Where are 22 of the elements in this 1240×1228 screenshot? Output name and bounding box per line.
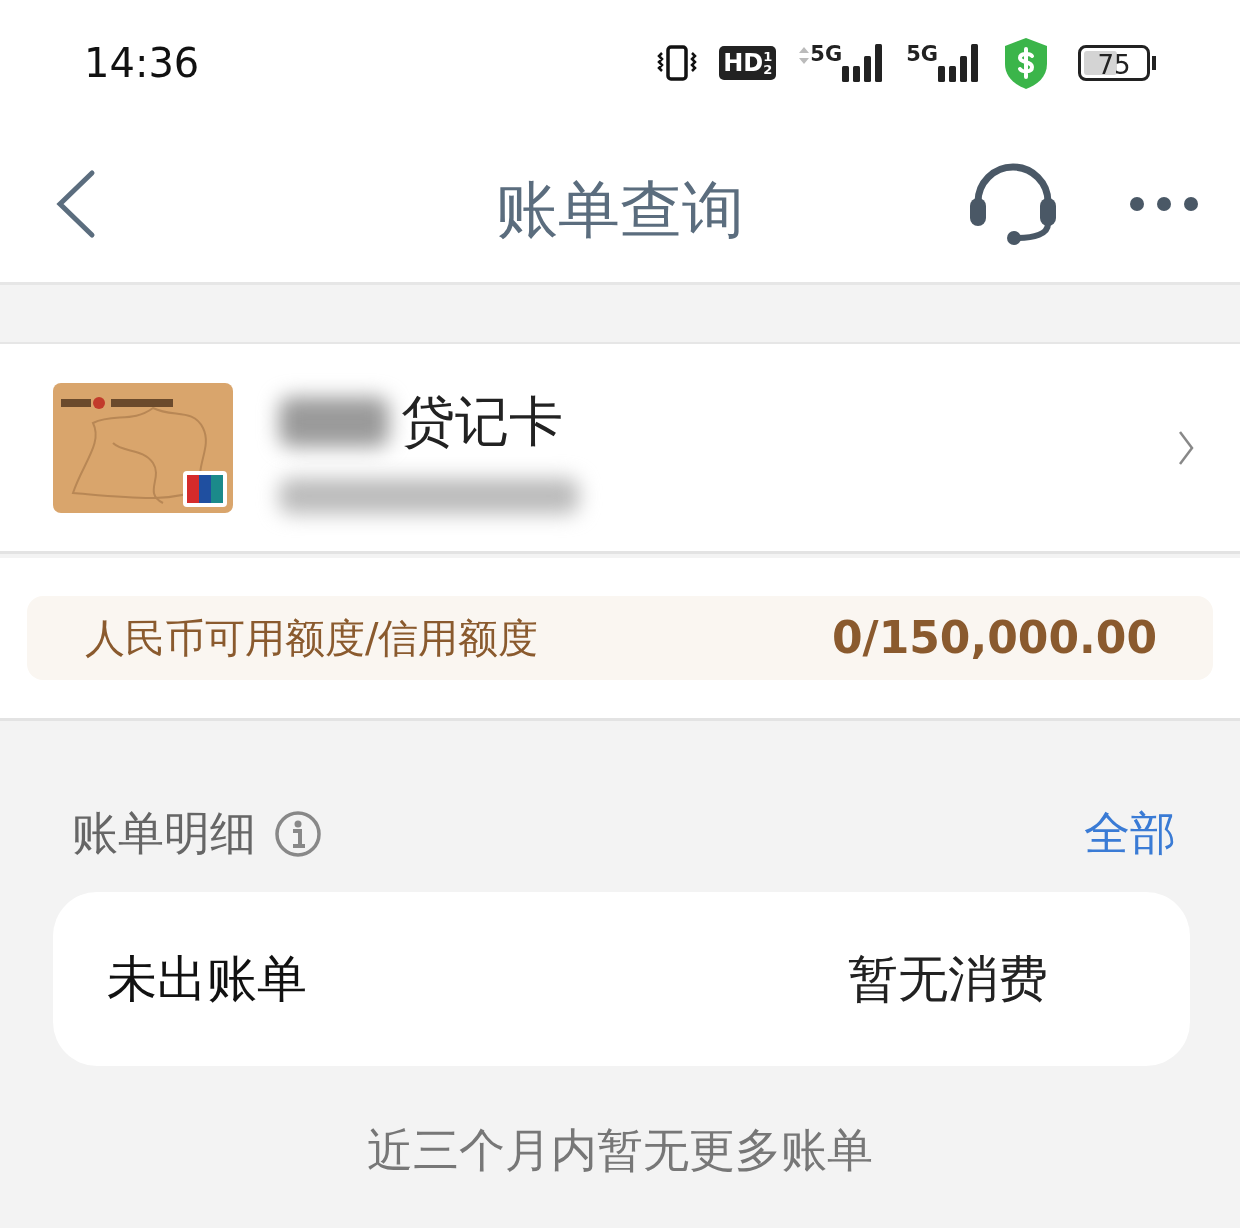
bill-status: 暂无消费 [848,948,1048,1010]
limit-label: 人民币可用额度/信用额度 [85,614,539,663]
shield-dollar-icon [1002,35,1050,90]
chevron-right-icon [1178,429,1194,466]
signal-bars-icon [938,43,980,82]
page-title: 账单查询 [496,172,744,248]
limit-value: 0/150,000.00 [831,611,1157,665]
footer-note: 近三个月内暂无更多账单 [366,1122,874,1179]
view-all-link[interactable]: 全部 [1084,799,1176,868]
vibrate-icon [657,42,698,83]
clock-time: 14:36 [84,38,200,88]
battery-indicator: 75 [1078,44,1156,81]
cellular-signal: 5G [798,43,885,82]
bill-label: 未出账单 [107,948,307,1010]
info-icon[interactable] [274,809,322,858]
signal-bars-icon [842,43,885,82]
card-name: 贷记卡 [401,389,563,455]
more-icon[interactable] [1128,194,1200,213]
card-row[interactable]: 贷记卡 [0,342,1240,554]
section-title: 账单明细 [72,805,256,862]
headset-icon[interactable] [968,161,1058,246]
cellular-signal: 5G [906,43,980,82]
